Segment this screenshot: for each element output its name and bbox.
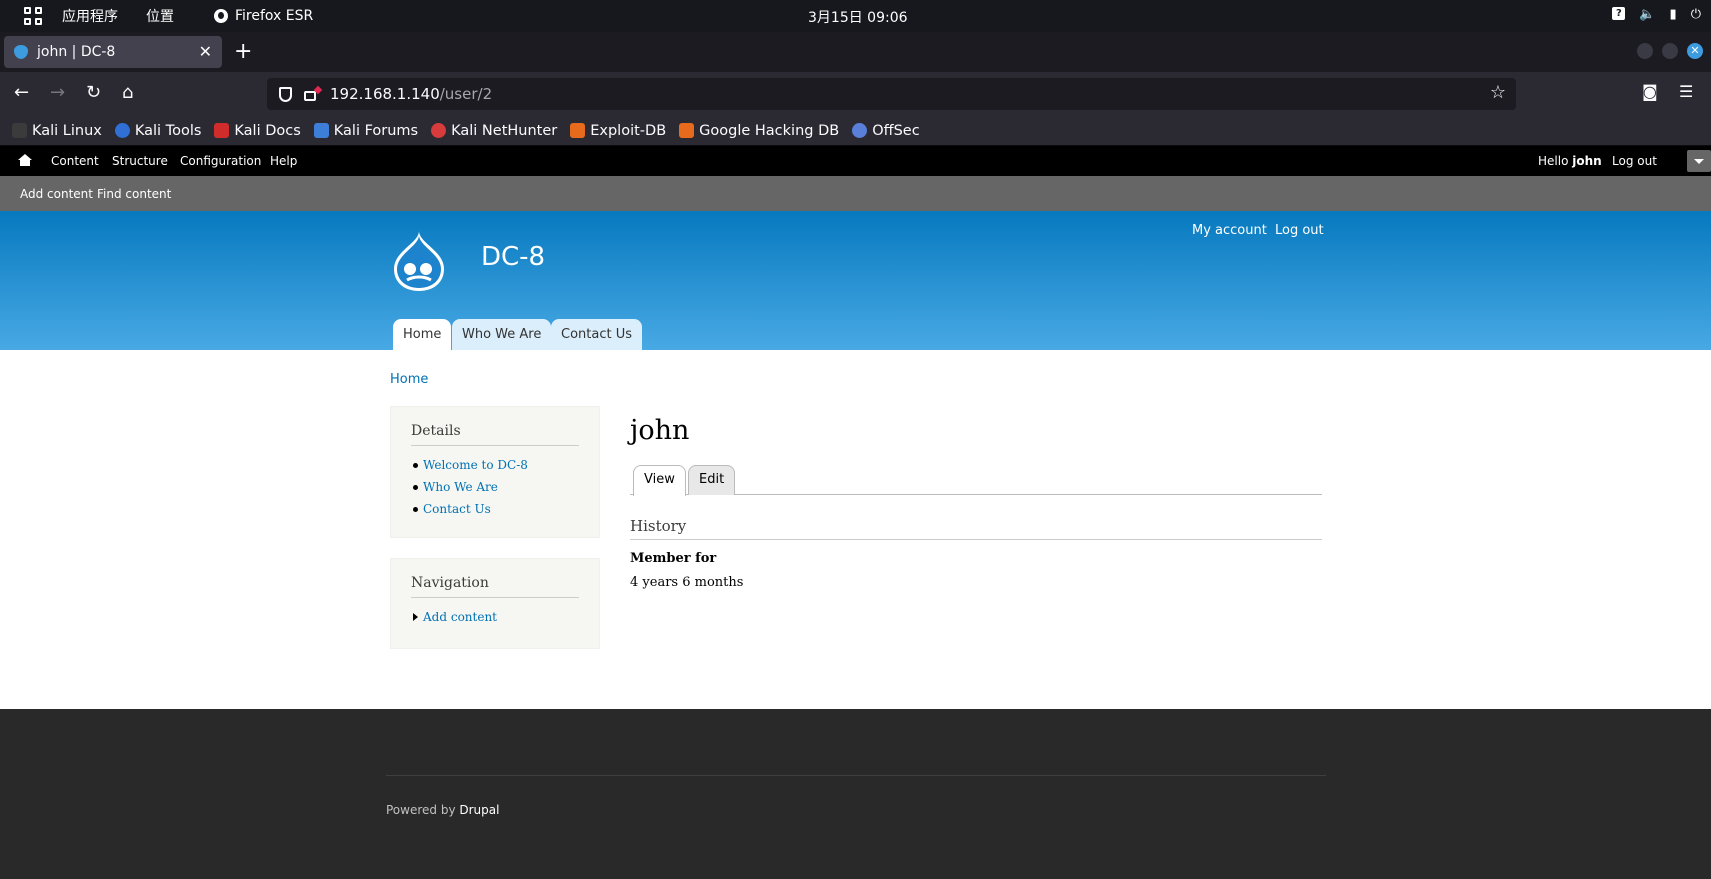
places-menu[interactable]: 位置 bbox=[146, 6, 174, 26]
drupal-favicon-icon bbox=[14, 45, 28, 59]
toolbar-configuration[interactable]: Configuration bbox=[180, 154, 261, 168]
toolbar-username: john bbox=[1572, 154, 1602, 168]
exploit-db-icon bbox=[570, 123, 586, 138]
drupal-admin-toolbar: Content Structure Configuration Help Hel… bbox=[0, 146, 1711, 176]
shortcuts-toggle-button[interactable] bbox=[1687, 150, 1711, 172]
member-for-value: 4 years 6 months bbox=[630, 575, 744, 590]
url-path: /user/2 bbox=[439, 85, 493, 103]
tab-edit[interactable]: Edit bbox=[688, 465, 736, 495]
header-logout-link[interactable]: Log out bbox=[1275, 223, 1324, 238]
details-block: Details Welcome to DC-8 Who We Are Conta… bbox=[390, 406, 600, 538]
bookmark-kali-docs[interactable]: Kali Docs bbox=[214, 123, 301, 139]
my-account-link[interactable]: My account bbox=[1192, 223, 1267, 238]
site-header: DC-8 My account Log out Home Who We Are … bbox=[0, 211, 1711, 350]
drupal-shortcuts-bar: Add content Find content bbox=[0, 176, 1711, 211]
local-tasks-tabs: View Edit bbox=[630, 465, 1322, 496]
offsec-icon bbox=[852, 123, 868, 138]
main-menu-contact-us[interactable]: Contact Us bbox=[551, 319, 642, 350]
clock[interactable]: 3月15日 09:06 bbox=[808, 7, 908, 27]
ghdb-icon bbox=[679, 123, 695, 138]
main-menu-home[interactable]: Home bbox=[393, 319, 452, 350]
back-arrow-icon[interactable]: ← bbox=[14, 82, 29, 104]
tracking-shield-icon[interactable] bbox=[279, 86, 292, 102]
footer-divider bbox=[386, 775, 1326, 776]
details-link-welcome[interactable]: Welcome to DC-8 bbox=[411, 458, 579, 472]
toolbar-content[interactable]: Content bbox=[51, 154, 99, 168]
tab-title: john | DC-8 bbox=[37, 44, 116, 60]
kali-tools-icon bbox=[114, 123, 130, 138]
insecure-lock-icon[interactable] bbox=[304, 91, 316, 101]
details-list: Welcome to DC-8 Who We Are Contact Us bbox=[411, 458, 579, 516]
toolbar-hello[interactable]: Hello john bbox=[1538, 154, 1602, 168]
navigation-toolbar: ← → ↻ ⌂ 192.168.1.140/user/2 ☆ ◙ ☰ bbox=[0, 72, 1711, 116]
pocket-icon[interactable]: ◙ bbox=[1642, 82, 1658, 101]
kali-forums-icon bbox=[313, 123, 329, 138]
navigation-list: Add content bbox=[411, 610, 579, 624]
reload-icon[interactable]: ↻ bbox=[86, 82, 101, 104]
bookmark-kali-nethunter[interactable]: Kali NetHunter bbox=[431, 123, 557, 139]
system-tray: ? 🔈 ▮ ⏻ bbox=[1612, 7, 1701, 22]
page-title: john bbox=[630, 415, 690, 446]
navigation-title: Navigation bbox=[411, 575, 579, 598]
new-tab-button[interactable]: + bbox=[234, 38, 252, 66]
url-bar[interactable]: 192.168.1.140/user/2 ☆ bbox=[267, 78, 1516, 110]
site-name[interactable]: DC-8 bbox=[481, 242, 545, 272]
toolbar-home-icon[interactable] bbox=[18, 154, 32, 166]
bookmark-star-icon[interactable]: ☆ bbox=[1490, 82, 1506, 103]
member-for-label: Member for bbox=[630, 551, 717, 566]
details-link-who-we-are[interactable]: Who We Are bbox=[411, 480, 579, 494]
minimize-button[interactable] bbox=[1637, 43, 1653, 59]
power-icon[interactable]: ⏻ bbox=[1691, 7, 1701, 22]
browser-tab[interactable]: john | DC-8 ✕ bbox=[4, 36, 222, 68]
window-controls: ✕ bbox=[1637, 43, 1703, 59]
powered-by-text: Powered by Drupal bbox=[386, 803, 500, 817]
help-icon[interactable]: ? bbox=[1612, 7, 1626, 20]
bookmark-offsec[interactable]: OffSec bbox=[852, 123, 920, 139]
nethunter-icon bbox=[431, 123, 447, 138]
bookmark-kali-forums[interactable]: Kali Forums bbox=[313, 123, 418, 139]
bookmark-google-hacking-db[interactable]: Google Hacking DB bbox=[679, 123, 839, 139]
battery-icon[interactable]: ▮ bbox=[1670, 7, 1677, 22]
details-link-contact-us[interactable]: Contact Us bbox=[411, 502, 579, 516]
kali-docs-icon bbox=[214, 123, 230, 138]
bookmarks-toolbar: Kali Linux Kali Tools Kali Docs Kali For… bbox=[0, 116, 1711, 146]
shortcut-find-content[interactable]: Find content bbox=[97, 187, 171, 201]
firefox-icon bbox=[214, 9, 228, 23]
shortcut-add-content[interactable]: Add content bbox=[20, 187, 93, 201]
tab-view[interactable]: View bbox=[633, 465, 686, 496]
toolbar-structure[interactable]: Structure bbox=[112, 154, 168, 168]
toolbar-logout[interactable]: Log out bbox=[1612, 154, 1657, 168]
history-section-title: History bbox=[630, 517, 1322, 540]
toolbar-help[interactable]: Help bbox=[270, 154, 297, 168]
breadcrumb-home-link[interactable]: Home bbox=[390, 372, 428, 387]
drupal-link[interactable]: Drupal bbox=[459, 803, 499, 817]
navigation-link-add-content[interactable]: Add content bbox=[411, 610, 579, 624]
forward-arrow-icon[interactable]: → bbox=[50, 82, 65, 104]
apps-grid-icon[interactable] bbox=[24, 7, 42, 25]
main-menu-who-we-are[interactable]: Who We Are bbox=[452, 319, 552, 350]
bookmark-kali-tools[interactable]: Kali Tools bbox=[114, 123, 201, 139]
kali-dragon-icon bbox=[12, 123, 27, 138]
main-content: john View Edit History Member for 4 year… bbox=[630, 415, 1322, 590]
app-menu-icon[interactable]: ☰ bbox=[1679, 82, 1693, 101]
bookmark-exploit-db[interactable]: Exploit-DB bbox=[570, 123, 666, 139]
active-app-label: Firefox ESR bbox=[235, 8, 314, 24]
bookmark-kali-linux[interactable]: Kali Linux bbox=[12, 123, 102, 139]
close-window-button[interactable]: ✕ bbox=[1687, 43, 1703, 59]
navigation-block: Navigation Add content bbox=[390, 558, 600, 649]
os-top-panel: 应用程序 位置 Firefox ESR 3月15日 09:06 ? 🔈 ▮ ⏻ bbox=[0, 0, 1711, 32]
close-tab-icon[interactable]: ✕ bbox=[199, 42, 212, 61]
home-icon[interactable]: ⌂ bbox=[122, 82, 133, 104]
details-title: Details bbox=[411, 423, 579, 446]
site-footer: Powered by Drupal bbox=[0, 709, 1711, 879]
active-app-indicator[interactable]: Firefox ESR bbox=[214, 8, 313, 24]
maximize-button[interactable] bbox=[1662, 43, 1678, 59]
drupal-logo-icon[interactable] bbox=[390, 229, 448, 293]
applications-menu[interactable]: 应用程序 bbox=[62, 6, 118, 26]
browser-tab-bar: john | DC-8 ✕ + ✕ bbox=[0, 32, 1711, 72]
volume-icon[interactable]: 🔈 bbox=[1639, 7, 1655, 22]
url-host: 192.168.1.140 bbox=[330, 85, 440, 103]
